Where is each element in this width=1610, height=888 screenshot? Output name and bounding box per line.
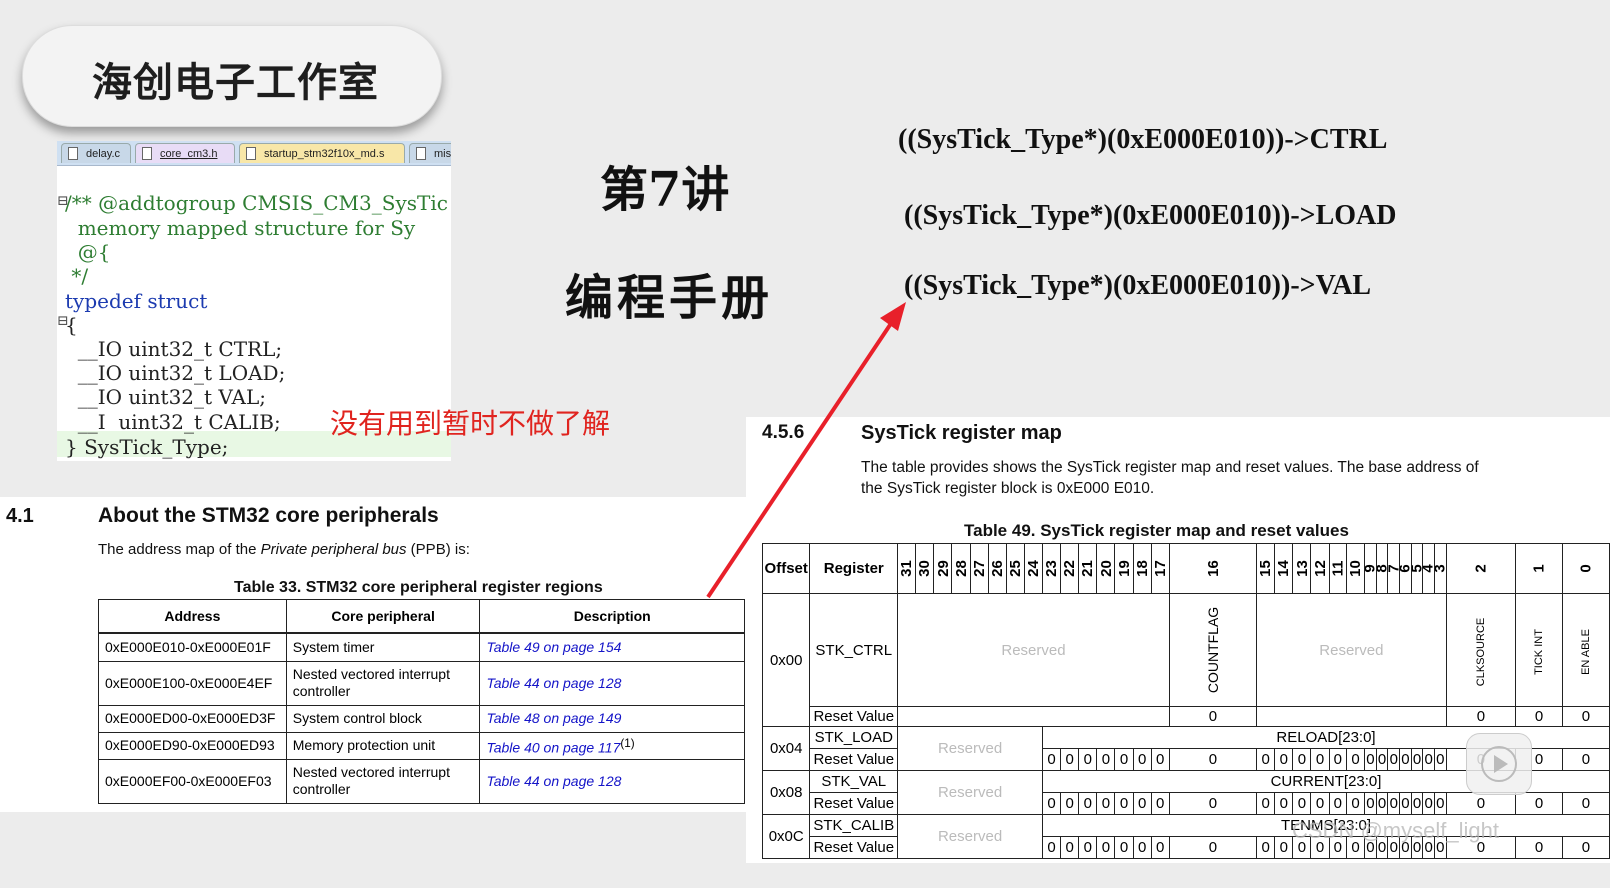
arrow-head (880, 302, 906, 331)
arrow-line (706, 314, 898, 599)
pointer-arrow (706, 302, 906, 599)
play-button[interactable] (1466, 733, 1532, 795)
watermark: CSDN @myself_light (1292, 818, 1499, 843)
play-icon (1481, 746, 1517, 782)
